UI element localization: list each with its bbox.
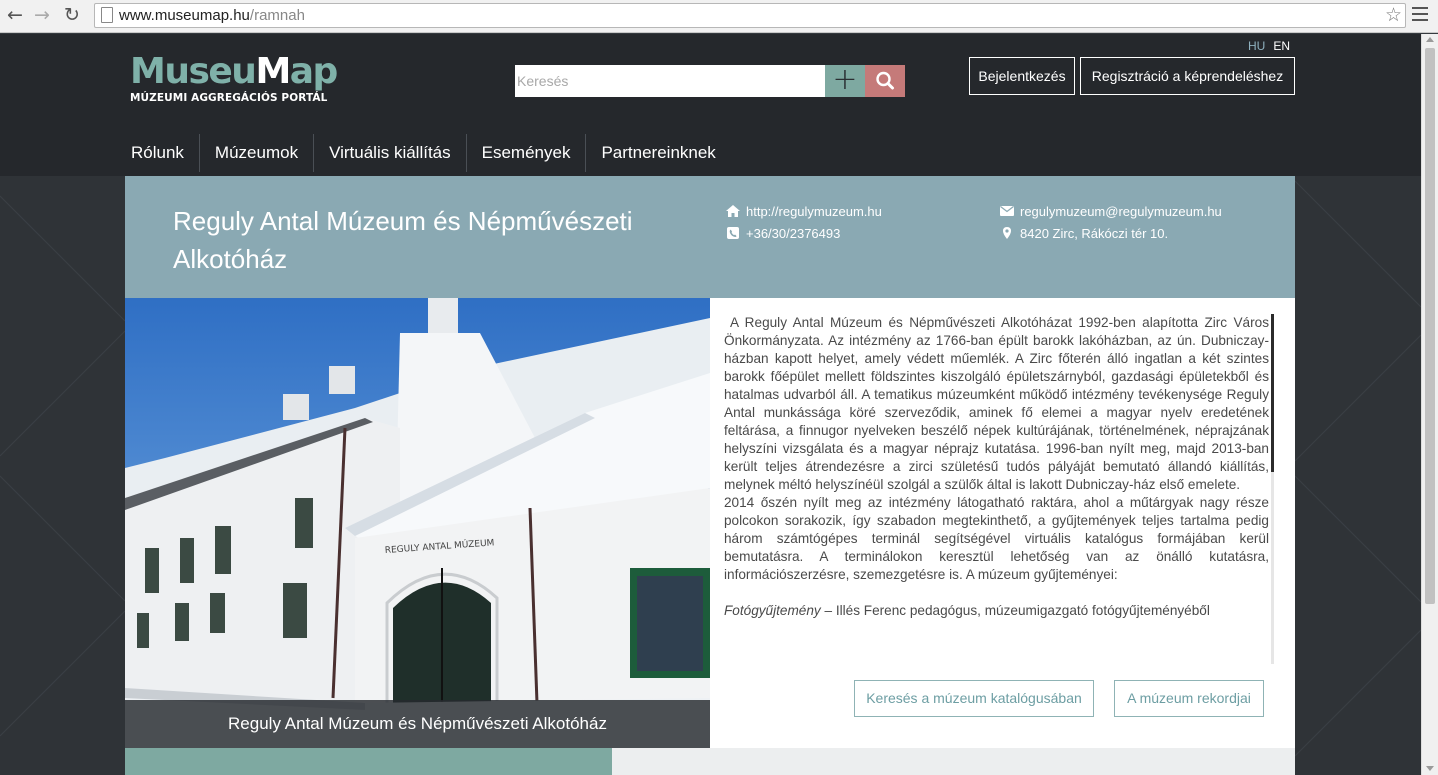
page-scrollbar[interactable] bbox=[1421, 34, 1438, 775]
description-scroll-area[interactable]: A Reguly Antal Múzeum és Népművészeti Al… bbox=[724, 314, 1269, 664]
search-icon bbox=[876, 71, 894, 90]
description-paragraph-2: 2014 őszén nyílt meg az intézmény látoga… bbox=[724, 495, 1269, 582]
description-paragraph-3: Fotógyűjtemény – Illés Ferenc pedagógus,… bbox=[724, 603, 1210, 618]
add-filter-button[interactable]: + bbox=[825, 65, 865, 97]
envelope-icon bbox=[1000, 206, 1014, 216]
museumap-logo[interactable]: MuseuMap MÚZEUMI AGGREGÁCIÓS PORTÁL bbox=[130, 54, 338, 105]
museum-email-link[interactable]: regulymuzeum@regulymuzeum.hu bbox=[1000, 204, 1222, 220]
bottom-section-left bbox=[125, 748, 612, 775]
description-scrollbar-thumb[interactable] bbox=[1271, 314, 1274, 472]
scroll-down-icon[interactable] bbox=[1426, 766, 1434, 771]
browser-menu-icon[interactable] bbox=[1412, 7, 1428, 21]
home-icon bbox=[726, 205, 740, 217]
plus-icon: + bbox=[832, 62, 858, 97]
url-text: www.museumap.hu/ramnah bbox=[119, 7, 305, 24]
museum-records-button[interactable]: A múzeum rekordjai bbox=[1114, 680, 1264, 717]
scroll-up-icon[interactable] bbox=[1426, 37, 1434, 42]
scrollbar-thumb[interactable] bbox=[1425, 48, 1435, 604]
search-catalog-button[interactable]: Keresés a múzeum katalógusában bbox=[854, 680, 1094, 717]
museum-description-panel: A Reguly Antal Múzeum és Népművészeti Al… bbox=[710, 298, 1295, 748]
nav-item-events[interactable]: Események bbox=[467, 134, 587, 172]
nav-item-virtual-exhibition[interactable]: Virtuális kiállítás bbox=[314, 134, 467, 172]
museum-description: A Reguly Antal Múzeum és Népművészeti Al… bbox=[724, 314, 1269, 620]
language-switcher: HU EN bbox=[1248, 39, 1298, 53]
nav-item-museums[interactable]: Múzeumok bbox=[200, 134, 315, 172]
site-header: MuseuMap MÚZEUMI AGGREGÁCIÓS PORTÁL HU EN… bbox=[0, 34, 1421, 176]
page-icon bbox=[101, 7, 113, 23]
logo-subtitle: MÚZEUMI AGGREGÁCIÓS PORTÁL bbox=[130, 92, 328, 104]
map-marker-icon bbox=[1003, 227, 1011, 239]
museum-address: 8420 Zirc, Rákóczi tér 10. bbox=[1000, 226, 1168, 242]
search-button[interactable] bbox=[865, 65, 905, 97]
website: MuseuMap MÚZEUMI AGGREGÁCIÓS PORTÁL HU EN… bbox=[0, 34, 1421, 775]
bottom-section-right bbox=[612, 748, 1295, 775]
register-button[interactable]: Regisztráció a képrendeléshez bbox=[1080, 57, 1295, 95]
search-input[interactable] bbox=[515, 65, 825, 97]
login-button[interactable]: Bejelentkezés bbox=[969, 57, 1075, 95]
nav-item-partners[interactable]: Partnereinknek bbox=[586, 134, 730, 172]
forward-arrow-icon[interactable]: → bbox=[30, 3, 54, 27]
address-bar[interactable]: www.museumap.hu/ramnah ☆ bbox=[94, 3, 1406, 28]
museum-title: Reguly Antal Múzeum és Népművészeti Alko… bbox=[173, 206, 633, 274]
nav-item-about[interactable]: Rólunk bbox=[116, 134, 200, 172]
back-arrow-icon[interactable]: ← bbox=[3, 3, 27, 27]
photo-caption: Reguly Antal Múzeum és Népművészeti Alko… bbox=[125, 700, 710, 748]
bookmark-star-icon[interactable]: ☆ bbox=[1385, 4, 1402, 27]
phone-icon bbox=[727, 227, 739, 239]
museum-building-image: REGULY ANTAL MÚZEUM bbox=[125, 298, 710, 748]
reload-icon[interactable]: ↻ bbox=[60, 3, 84, 27]
main-navigation: Rólunk Múzeumok Virtuális kiállítás Esem… bbox=[116, 134, 731, 172]
lang-hu[interactable]: HU bbox=[1248, 39, 1265, 53]
museum-header: Reguly Antal Múzeum és Népművészeti Alko… bbox=[125, 176, 1295, 298]
description-scrollbar[interactable] bbox=[1271, 314, 1274, 664]
museum-website-link[interactable]: http://regulymuzeum.hu bbox=[726, 204, 882, 220]
description-paragraph-1: A Reguly Antal Múzeum és Népművészeti Al… bbox=[724, 315, 1269, 492]
museum-photo[interactable]: REGULY ANTAL MÚZEUM Reguly Antal Múzeum … bbox=[125, 298, 710, 748]
search-bar: + bbox=[515, 65, 905, 97]
lang-en[interactable]: EN bbox=[1273, 39, 1290, 53]
browser-toolbar: ← → ↻ www.museumap.hu/ramnah ☆ bbox=[0, 0, 1438, 33]
museum-phone: +36/30/2376493 bbox=[726, 226, 840, 242]
